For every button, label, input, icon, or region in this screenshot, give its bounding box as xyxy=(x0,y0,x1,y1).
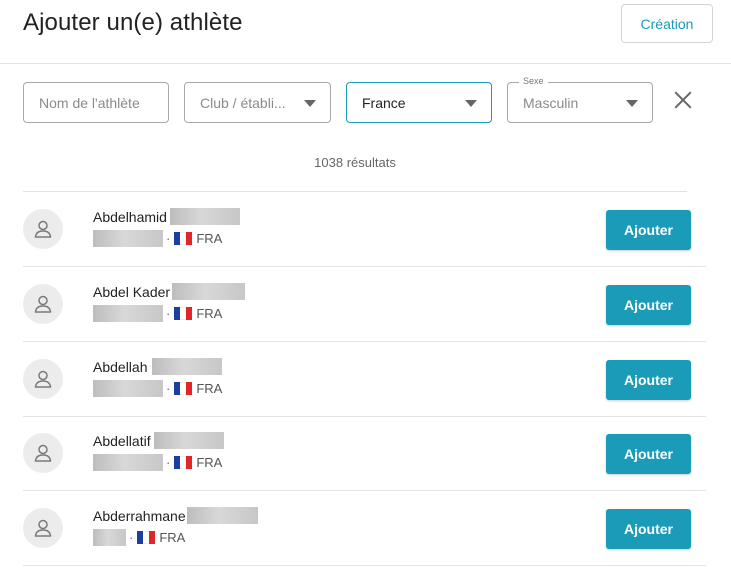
sex-select[interactable]: Sexe Masculin xyxy=(507,76,653,123)
athlete-first-name: Abderrahmane xyxy=(93,507,186,524)
country-code: FRA xyxy=(196,306,223,321)
results-count: 1038 résultats xyxy=(314,155,396,170)
list-item: Abderrahmane · FRA Ajouter xyxy=(23,491,706,566)
athlete-meta: · FRA xyxy=(93,454,222,471)
sex-value: Masculin xyxy=(523,94,579,111)
page-header: Ajouter un(e) athlète Création xyxy=(0,0,731,64)
athlete-first-name: Abdelhamid xyxy=(93,208,167,225)
redacted-last-name xyxy=(151,358,222,375)
list-item: Abdel Kader · FRA Ajouter xyxy=(23,267,706,342)
close-icon[interactable] xyxy=(672,89,694,111)
redacted-last-name xyxy=(172,283,246,300)
user-icon xyxy=(34,295,52,313)
france-flag-icon xyxy=(174,382,193,395)
list-item: Abdellah · FRA Ajouter xyxy=(23,342,706,417)
athlete-first-name: Abdellatif xyxy=(93,432,151,449)
add-athlete-button[interactable]: Ajouter xyxy=(606,285,691,325)
list-item: Abdelhamid · FRA Ajouter xyxy=(23,192,706,267)
country-code: FRA xyxy=(196,231,223,246)
list-item: Abdellatif · FRA Ajouter xyxy=(23,416,706,491)
caret-down-icon xyxy=(465,100,477,107)
france-flag-icon xyxy=(137,531,156,544)
athlete-name: Abdelhamid xyxy=(93,208,240,225)
caret-down-icon xyxy=(626,100,638,107)
redacted-last-name xyxy=(153,432,224,449)
country-code: FRA xyxy=(196,455,223,470)
country-select[interactable]: France xyxy=(346,82,492,123)
add-athlete-button[interactable]: Ajouter xyxy=(606,360,691,400)
country-code: FRA xyxy=(159,530,186,545)
avatar xyxy=(23,433,63,473)
athlete-name-input[interactable]: Nom de l'athlète xyxy=(23,82,169,123)
france-flag-icon xyxy=(174,232,193,245)
athlete-meta: · FRA xyxy=(93,230,222,247)
avatar xyxy=(23,209,63,249)
redacted-club xyxy=(93,305,163,322)
athlete-meta: · FRA xyxy=(93,380,222,397)
add-athlete-button[interactable]: Ajouter xyxy=(606,434,691,474)
user-icon xyxy=(34,519,52,537)
athlete-name-placeholder: Nom de l'athlète xyxy=(39,94,140,111)
caret-down-icon xyxy=(304,100,316,107)
club-placeholder: Club / établi... xyxy=(200,94,286,111)
athlete-first-name: Abdellah xyxy=(93,358,148,375)
france-flag-icon xyxy=(174,456,193,469)
avatar xyxy=(23,284,63,324)
redacted-last-name xyxy=(186,507,258,524)
redacted-last-name xyxy=(169,208,240,225)
athlete-name: Abdellah xyxy=(93,358,222,375)
redacted-club xyxy=(93,529,126,546)
athlete-meta: · FRA xyxy=(93,305,222,322)
athlete-name: Abderrahmane xyxy=(93,507,258,524)
athlete-name: Abdellatif xyxy=(93,432,224,449)
club-select[interactable]: Club / établi... xyxy=(184,82,331,123)
add-athlete-button[interactable]: Ajouter xyxy=(606,210,691,250)
country-value: France xyxy=(362,94,406,111)
page-title: Ajouter un(e) athlète xyxy=(23,9,243,36)
sex-label: Sexe xyxy=(519,76,548,86)
avatar xyxy=(23,359,63,399)
redacted-club xyxy=(93,454,163,471)
user-icon xyxy=(34,444,52,462)
athlete-meta: · FRA xyxy=(93,529,185,546)
athlete-first-name: Abdel Kader xyxy=(93,283,171,300)
country-code: FRA xyxy=(196,381,223,396)
redacted-club xyxy=(93,230,163,247)
add-athlete-button[interactable]: Ajouter xyxy=(606,509,691,549)
user-icon xyxy=(34,220,52,238)
france-flag-icon xyxy=(174,307,193,320)
creation-button[interactable]: Création xyxy=(621,4,713,43)
athlete-name: Abdel Kader xyxy=(93,283,246,300)
avatar xyxy=(23,508,63,548)
redacted-club xyxy=(93,380,163,397)
user-icon xyxy=(34,370,52,388)
